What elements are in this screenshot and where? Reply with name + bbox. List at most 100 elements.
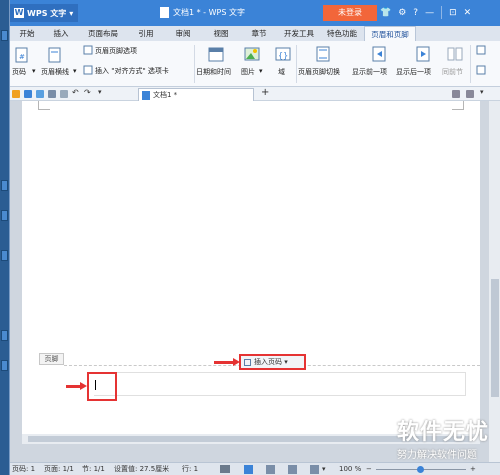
separator	[470, 45, 471, 83]
picture-button[interactable]: 图片	[241, 67, 255, 77]
outline-view-icon[interactable]	[266, 465, 275, 474]
insert-align-tab-button[interactable]: 插入 "对齐方式" 选项卡	[95, 66, 169, 76]
title-bar: W WPS 文字 ▾ 文档1 * - WPS 文字 未登录 👕 ⚙ ? — ⊡ …	[10, 0, 500, 26]
quick-access-bar: ↶ ↷ ▾ 文档1 * + ▾	[10, 87, 500, 101]
annotation-arrow	[214, 358, 240, 366]
ribbon-extra-icon[interactable]	[476, 65, 486, 75]
open-folder-icon[interactable]	[12, 90, 20, 98]
status-section: 节: 1/1	[82, 465, 105, 473]
tab-review[interactable]: 审阅	[164, 26, 202, 41]
status-pages: 页面: 1/1	[44, 465, 74, 473]
field-button[interactable]: 域	[278, 67, 285, 77]
save-icon[interactable]	[24, 90, 32, 98]
print-icon[interactable]	[48, 90, 56, 98]
margin-mark	[452, 101, 464, 110]
chevron-down-icon[interactable]: ▾	[98, 88, 106, 96]
minimize-icon[interactable]: —	[425, 8, 434, 18]
show-previous-icon	[372, 46, 386, 62]
chevron-down-icon[interactable]: ▾	[259, 67, 263, 75]
document-area: 页脚 插入页码 ▾ 软件无忧 努力解决软件问题	[10, 101, 500, 462]
help-icon[interactable]: ?	[413, 8, 418, 18]
gear-icon[interactable]: ⚙	[398, 8, 406, 18]
chevron-down-icon: ▾	[69, 8, 74, 18]
insert-page-number-button[interactable]: 插入页码 ▾	[239, 354, 306, 370]
chevron-down-icon[interactable]: ▾	[480, 88, 488, 96]
page-number-button[interactable]: 页码	[12, 67, 26, 77]
header-line-button[interactable]: 页眉横线	[41, 67, 69, 77]
close-icon[interactable]: ✕	[464, 8, 472, 18]
text-cursor	[95, 380, 96, 390]
ribbon-extra-icon[interactable]	[476, 45, 486, 55]
cursor-highlight	[87, 372, 117, 401]
print-preview-icon[interactable]	[60, 90, 68, 98]
web-view-icon[interactable]	[288, 465, 297, 474]
annotation-arrow	[66, 382, 87, 390]
undo-icon[interactable]: ↶	[72, 88, 80, 97]
tab-header-footer[interactable]: 页眉和页脚	[364, 26, 416, 41]
redo-icon[interactable]: ↷	[84, 88, 92, 97]
ribbon-header-footer: # 页码 ▾ 页眉横线 ▾ 页眉页脚选项 插入 "对齐方式" 选项卡 日期和时间…	[10, 41, 500, 87]
hf-switch-button[interactable]: 页眉页脚切换	[298, 67, 340, 77]
svg-text:{}: {}	[278, 51, 288, 60]
chevron-down-icon[interactable]: ▾	[322, 463, 326, 475]
app-menu-button[interactable]: W WPS 文字 ▾	[10, 4, 78, 22]
page-view-icon[interactable]	[244, 465, 253, 474]
tab-reference[interactable]: 引用	[128, 26, 164, 41]
export-pdf-icon[interactable]	[36, 90, 44, 98]
tab-list-icon[interactable]	[452, 90, 460, 98]
tab-page-layout[interactable]: 页面布局	[78, 26, 128, 41]
margin-mark	[38, 101, 50, 110]
show-next-icon	[416, 46, 430, 62]
zoom-level: 100 %	[339, 465, 362, 473]
chevron-down-icon[interactable]: ▾	[32, 67, 36, 75]
same-as-previous-button[interactable]: 同前节	[442, 67, 463, 77]
vertical-scrollbar[interactable]	[489, 101, 500, 462]
picture-icon	[244, 47, 260, 61]
new-tab-button[interactable]: +	[261, 87, 269, 98]
datetime-button[interactable]: 日期和时间	[196, 67, 231, 77]
show-previous-button[interactable]: 显示前一项	[352, 67, 387, 77]
insert-page-number-label: 插入页码	[254, 358, 282, 366]
tab-features[interactable]: 特色功能	[320, 26, 364, 41]
background-taskbar	[0, 0, 9, 475]
tab-developer[interactable]: 开发工具	[278, 26, 320, 41]
shirt-icon[interactable]: 👕	[380, 8, 391, 18]
status-page: 页码: 1	[12, 465, 36, 473]
calendar-icon	[208, 47, 224, 62]
reading-view-icon[interactable]	[310, 465, 319, 474]
chevron-down-icon: ▾	[284, 358, 288, 366]
hf-options-button[interactable]: 页眉页脚选项	[95, 46, 137, 56]
document-tab[interactable]: 文档1 *	[138, 88, 254, 101]
show-next-button[interactable]: 显示后一项	[396, 67, 431, 77]
status-row: 行: 1	[182, 465, 199, 473]
separator	[441, 6, 443, 19]
watermark: 软件无忧 努力解决软件问题	[397, 414, 489, 461]
footer-region[interactable]	[94, 372, 466, 396]
maximize-icon[interactable]: ⊡	[449, 8, 457, 18]
wps-writer-window: W WPS 文字 ▾ 文档1 * - WPS 文字 未登录 👕 ⚙ ? — ⊡ …	[9, 0, 500, 475]
tab-options-icon[interactable]	[466, 90, 474, 98]
tab-insert[interactable]: 插入	[44, 26, 78, 41]
chevron-down-icon[interactable]: ▾	[73, 67, 77, 75]
zoom-out-icon[interactable]: −	[366, 463, 372, 475]
align-tab-icon	[83, 65, 93, 75]
zoom-slider-thumb[interactable]	[417, 466, 424, 473]
tab-view[interactable]: 视图	[202, 26, 240, 41]
tab-chapter[interactable]: 章节	[240, 26, 278, 41]
hf-options-icon	[83, 45, 93, 55]
app-name: WPS 文字	[27, 8, 67, 18]
separator	[296, 45, 297, 83]
svg-text:#: #	[19, 53, 25, 61]
document-icon	[142, 91, 150, 100]
scrollbar-thumb[interactable]	[491, 279, 499, 397]
zoom-in-icon[interactable]: +	[470, 463, 476, 475]
header-line-icon	[48, 47, 61, 63]
footer-label: 页脚	[39, 353, 64, 365]
fullscreen-icon[interactable]	[220, 465, 230, 473]
same-as-previous-icon	[447, 47, 463, 61]
hf-switch-icon	[316, 46, 330, 62]
tab-home[interactable]: 开始	[10, 26, 44, 41]
window-title-text: 文档1 * - WPS 文字	[173, 8, 245, 17]
status-setting: 设置值: 27.5厘米	[114, 465, 170, 473]
login-button[interactable]: 未登录	[323, 5, 377, 21]
